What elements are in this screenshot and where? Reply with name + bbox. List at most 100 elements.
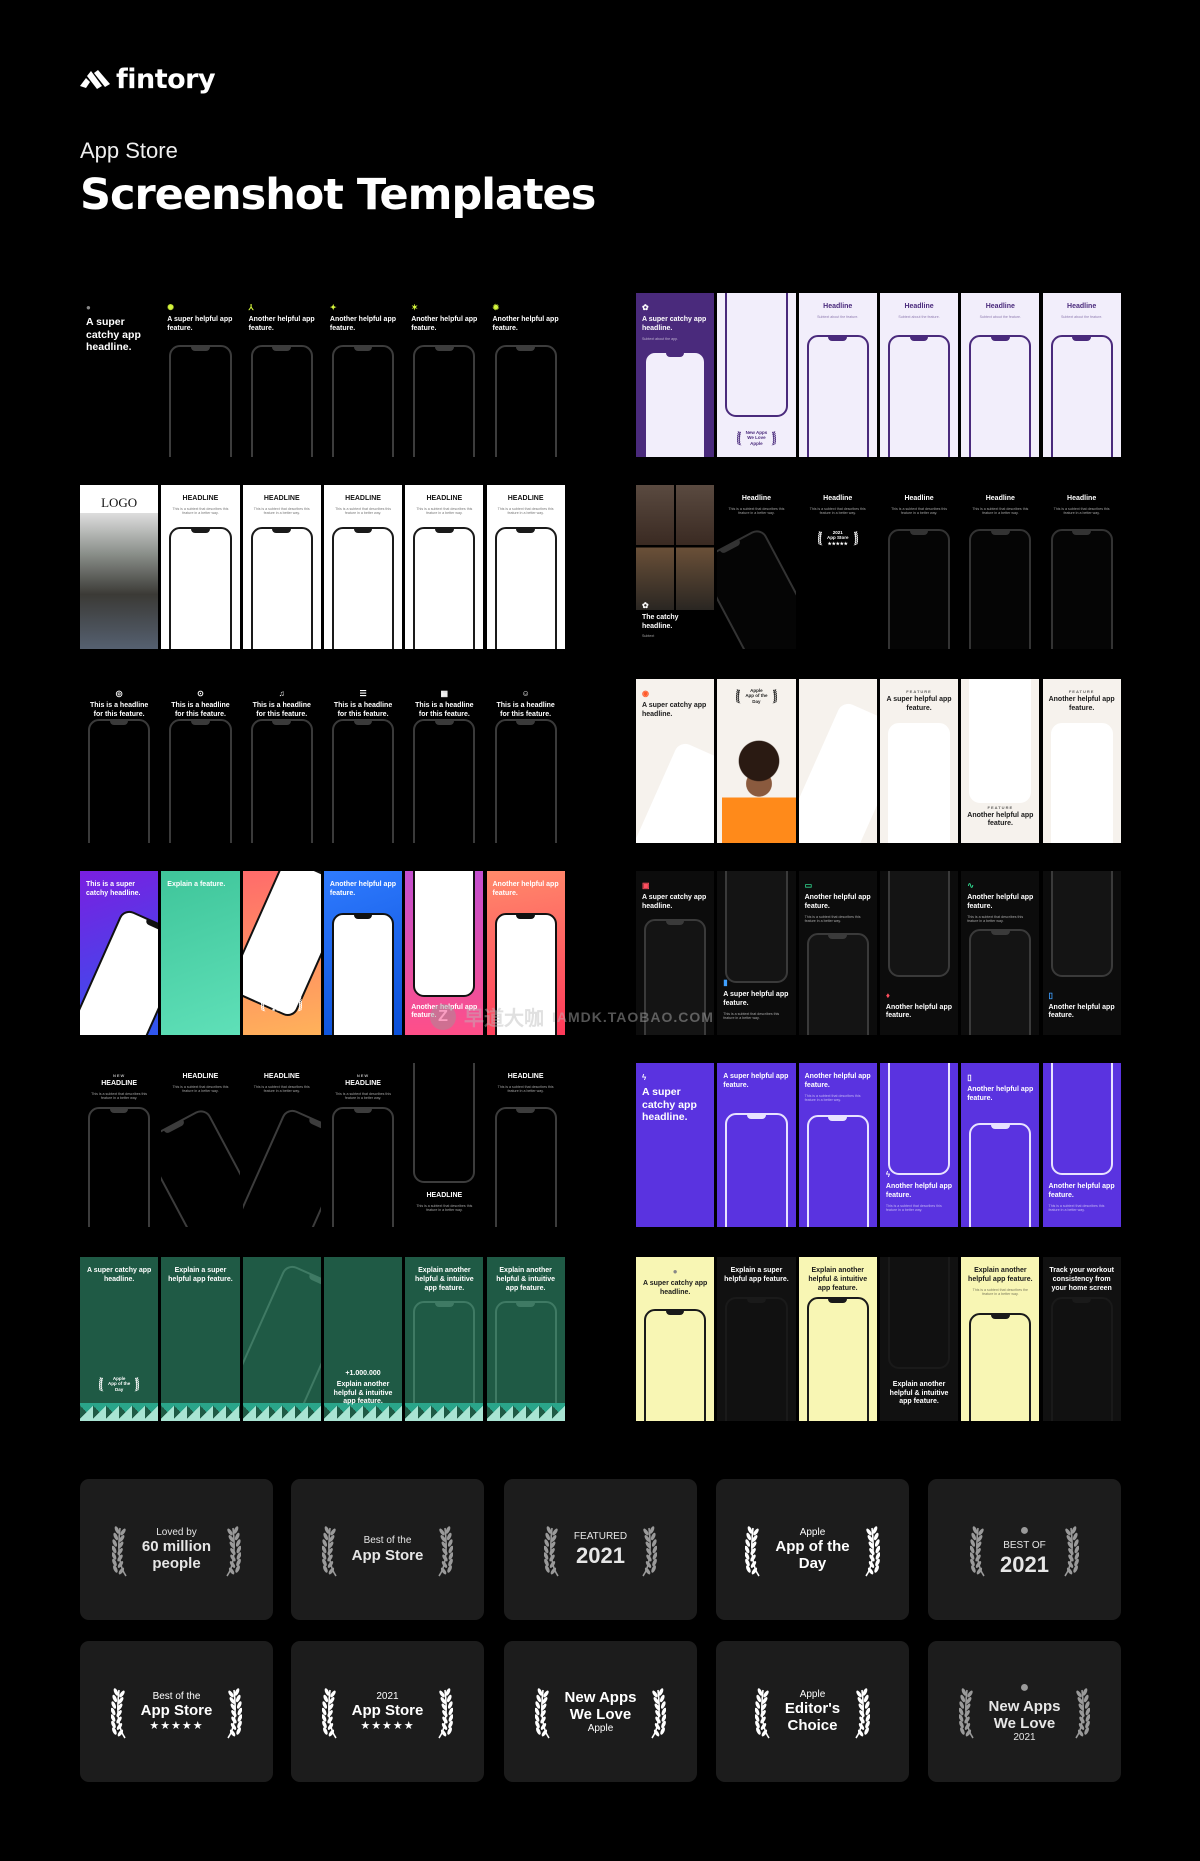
phone-frame [331,719,395,843]
award-badge-card[interactable]: Apple App of the Day [716,1479,909,1620]
phone-frame [644,1309,707,1421]
template-panel[interactable]: HEADLINE This is a subtext that describes… [161,485,240,649]
template-panel[interactable]: A super catchy app headline. Apple App of … [80,1257,159,1421]
template-panel[interactable]: HEADLINE This is a subtext that describes… [486,485,565,649]
template-panel[interactable]: A super helpful app feature. [717,1063,796,1227]
template-panel[interactable]: Headline This is a subtext that describes… [879,485,959,649]
template-panel[interactable] [242,1257,321,1421]
template-panel[interactable]: Explain another helpful & intuitive app … [405,1257,484,1421]
award-badge-card[interactable]: FEATURED 2021 [504,1479,697,1620]
template-panel[interactable]: FEATURE A super helpful app feature. [879,679,959,843]
template-panel[interactable]: Explain a super helpful app feature. [161,1257,240,1421]
template-panel[interactable]: Headline Subtext about the feature. [961,293,1040,457]
template-panel[interactable]: Track your workout consistency from your… [1042,1257,1121,1421]
template-panel[interactable]: NEW HEADLINE This is a subtext that descri… [323,1063,403,1227]
template-panel[interactable]: Headline This is a subtext that describes… [961,485,1040,649]
panel-headline: Headline [1067,303,1097,310]
template-panel[interactable]: HEADLINE This is a subtext that describes… [486,1063,565,1227]
award-badge-card[interactable]: Best of the App Store ★★★★★ [80,1641,273,1782]
panel-headline: Another helpful app feature. [804,894,871,910]
panel-headline: A super catchy app headline. [86,1267,152,1283]
template-panel[interactable]: HEADLINE This is a subtext that describes… [323,485,403,649]
award-badge-card[interactable]: Best of the App Store [291,1479,484,1620]
badge-line: App of the [745,693,768,699]
award-badge-card[interactable]: ● New Apps We Love 2021 [928,1641,1121,1782]
panel-text: FEATURE Another helpful app feature. [967,805,1033,830]
template-panel[interactable]: Headline This is a subtext that describes… [1042,485,1121,649]
template-panel[interactable]: HEADLINE This is a subtext that describes… [161,1063,240,1227]
laurel-left-icon [110,1687,126,1738]
template-panel[interactable]: Another helpful app feature. This is a su… [1042,1063,1121,1227]
phone-frame [969,929,1032,1035]
template-panel[interactable]: ▭ Another helpful app feature. This is a s… [798,871,877,1035]
template-panel[interactable]: ☺ This is a headline for this feature. [486,679,565,843]
award-badge-card[interactable]: Apple Editor's Choice [716,1641,909,1782]
panel-headline: Another helpful app feature. [885,1183,952,1199]
template-panel[interactable]: ⊙ This is a headline for this feature. [161,679,240,843]
template-panel[interactable]: HEADLINE This is a subtext that describes… [405,1063,484,1227]
template-panel[interactable]: HEADLINE This is a subtext that describes… [405,485,484,649]
template-panel[interactable]: HEADLINE This is a subtext that describes… [242,485,321,649]
template-panel[interactable]: ∿ Another helpful app feature. This is a s… [961,871,1040,1035]
template-panel[interactable]: ♦ Another helpful app feature. [879,871,959,1035]
template-panel[interactable]: ● A super catchy app headline. [80,293,159,457]
template-panel[interactable]: Headline Subtext about the feature. [1042,293,1121,457]
award-badge-card[interactable]: ● BEST OF 2021 [928,1479,1121,1620]
award-badge-card[interactable]: 2021 App Store ★★★★★ [291,1641,484,1782]
template-panel[interactable]: ϟ A super catchy app headline. [636,1063,715,1227]
template-panel[interactable]: ▦ This is a headline for this feature. [405,679,484,843]
template-panel[interactable]: ✿ The catchy headline. Subtext [636,485,715,649]
template-panel[interactable]: Headline Subtext about the feature. [879,293,959,457]
template-panel[interactable]: Explain another helpful & intuitive app … [798,1257,877,1421]
template-panel[interactable]: FEATURE Another helpful app feature. [961,679,1040,843]
award-badge-card[interactable]: New Apps We Love Apple [504,1641,697,1782]
apple-logo-icon: ● [1019,1679,1030,1697]
panel-headline: HEADLINE [182,1073,219,1080]
award-badge-card[interactable]: Loved by 60 million people [80,1479,273,1620]
template-panel[interactable]: +1.000.000 Explain another helpful & intu… [323,1257,403,1421]
template-panel[interactable]: Explain another helpful app feature. This… [961,1257,1040,1421]
badge-line: Best of the [152,1690,201,1702]
template-panel[interactable]: Apple App of the Day [717,679,796,843]
template-panel[interactable]: Headline This is a subtext that describes… [798,485,877,649]
template-panel[interactable]: HEADLINE This is a subtext that describes… [242,1063,321,1227]
panel-text: ✦ Another helpful app feature. [330,303,396,334]
panel-subtext: This is a subtext that describes this fe… [972,506,1029,516]
template-panel[interactable]: Headline Subtext about the feature. [798,293,877,457]
template-panel[interactable]: ✦ Another helpful app feature. [323,293,403,457]
template-panel[interactable]: Explain another helpful & intuitive app … [486,1257,565,1421]
page-title: Screenshot Templates [80,170,596,220]
template-panel[interactable]: ♫ This is a headline for this feature. [242,679,321,843]
template-panel[interactable]: ✿ A super catchy app headline. Subtext abo… [636,293,715,457]
template-panel[interactable]: ▯ Another helpful app feature. [1042,871,1121,1035]
template-panel[interactable]: Explain a feature. [161,871,240,1035]
template-panel[interactable]: Headline This is a subtext that describes… [717,485,796,649]
template-panel[interactable]: ✺ A super helpful app feature. [161,293,240,457]
template-panel[interactable]: ◉ A super catchy app headline. [636,679,715,843]
template-panel[interactable]: ▮ A super helpful app feature. This is a s… [717,871,796,1035]
template-panel[interactable]: ✹ Another helpful app feature. [486,293,565,457]
panel-text: ▭ Another helpful app feature. This is a s… [805,881,871,924]
template-panel[interactable]: ▯ Another helpful app feature. [961,1063,1040,1227]
template-panel[interactable]: ϟ Another helpful app feature. This is a s… [879,1063,959,1227]
template-panel[interactable]: ⅄ Another helpful app feature. [242,293,321,457]
template-panel[interactable]: Best of the App Store ★★★★★ [242,871,321,1035]
phone-frame [88,1107,151,1227]
template-panel[interactable]: ☰ This is a headline for this feature. [323,679,403,843]
panel-subtext: Subtext about the feature. [1060,314,1103,319]
template-panel[interactable]: LOGO [80,485,159,649]
panel-text: HEADLINE This is a subtext that describes… [249,1073,315,1094]
template-panel[interactable]: Explain another helpful & intuitive app … [879,1257,959,1421]
template-panel[interactable]: NEW HEADLINE This is a subtext that descri… [80,1063,159,1227]
template-panel[interactable]: ✶ Another helpful app feature. [405,293,484,457]
template-panel[interactable]: ● A super catchy app headline. [636,1257,715,1421]
template-panel[interactable]: FEATURE Another helpful app feature. [1042,679,1121,843]
template-panel[interactable] [798,679,877,843]
template-panel[interactable]: Another helpful app feature. This is a su… [798,1063,877,1227]
template-panel[interactable]: Another helpful app feature. [323,871,403,1035]
template-panel[interactable]: New Apps We Love Apple [717,293,796,457]
template-panel[interactable]: Explain a super helpful app feature. [717,1257,796,1421]
template-panel[interactable]: ◎ This is a headline for this feature. [80,679,159,843]
panel-text: Headline Subtext about the feature. [1049,303,1115,319]
template-panel[interactable]: This is a super catchy headline. [80,871,159,1035]
